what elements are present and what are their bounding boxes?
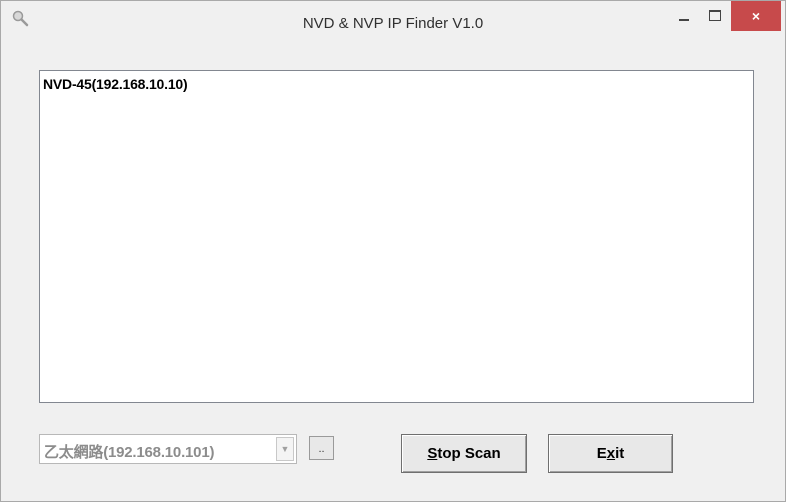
exit-label-post: it (615, 445, 625, 462)
list-item[interactable]: NVD-45(192.168.10.10) (43, 76, 188, 92)
exit-mnemonic: x (606, 445, 616, 462)
exit-button[interactable]: Ex it (548, 434, 673, 473)
stop-scan-button[interactable]: Stop Scan (401, 434, 527, 473)
stop-scan-label: top Scan (437, 445, 501, 462)
maximize-icon[interactable] (701, 1, 729, 31)
device-list[interactable]: NVD-45(192.168.10.10) (39, 70, 754, 403)
chevron-down-icon[interactable]: ▼ (276, 437, 294, 461)
network-adapter-select[interactable]: 乙太網路(192.168.10.101) ▼ (39, 434, 297, 464)
browse-button[interactable]: .. (309, 436, 334, 460)
minimize-icon[interactable] (667, 1, 701, 31)
stop-scan-mnemonic: S (427, 445, 438, 462)
exit-label-pre: E (596, 445, 607, 462)
app-window: NVD & NVP IP Finder V1.0 × NVD-45(192.16… (0, 0, 786, 502)
title-bar[interactable]: NVD & NVP IP Finder V1.0 × (1, 1, 785, 47)
network-adapter-value: 乙太網路(192.168.10.101) (44, 444, 215, 461)
close-icon[interactable]: × (731, 1, 781, 31)
